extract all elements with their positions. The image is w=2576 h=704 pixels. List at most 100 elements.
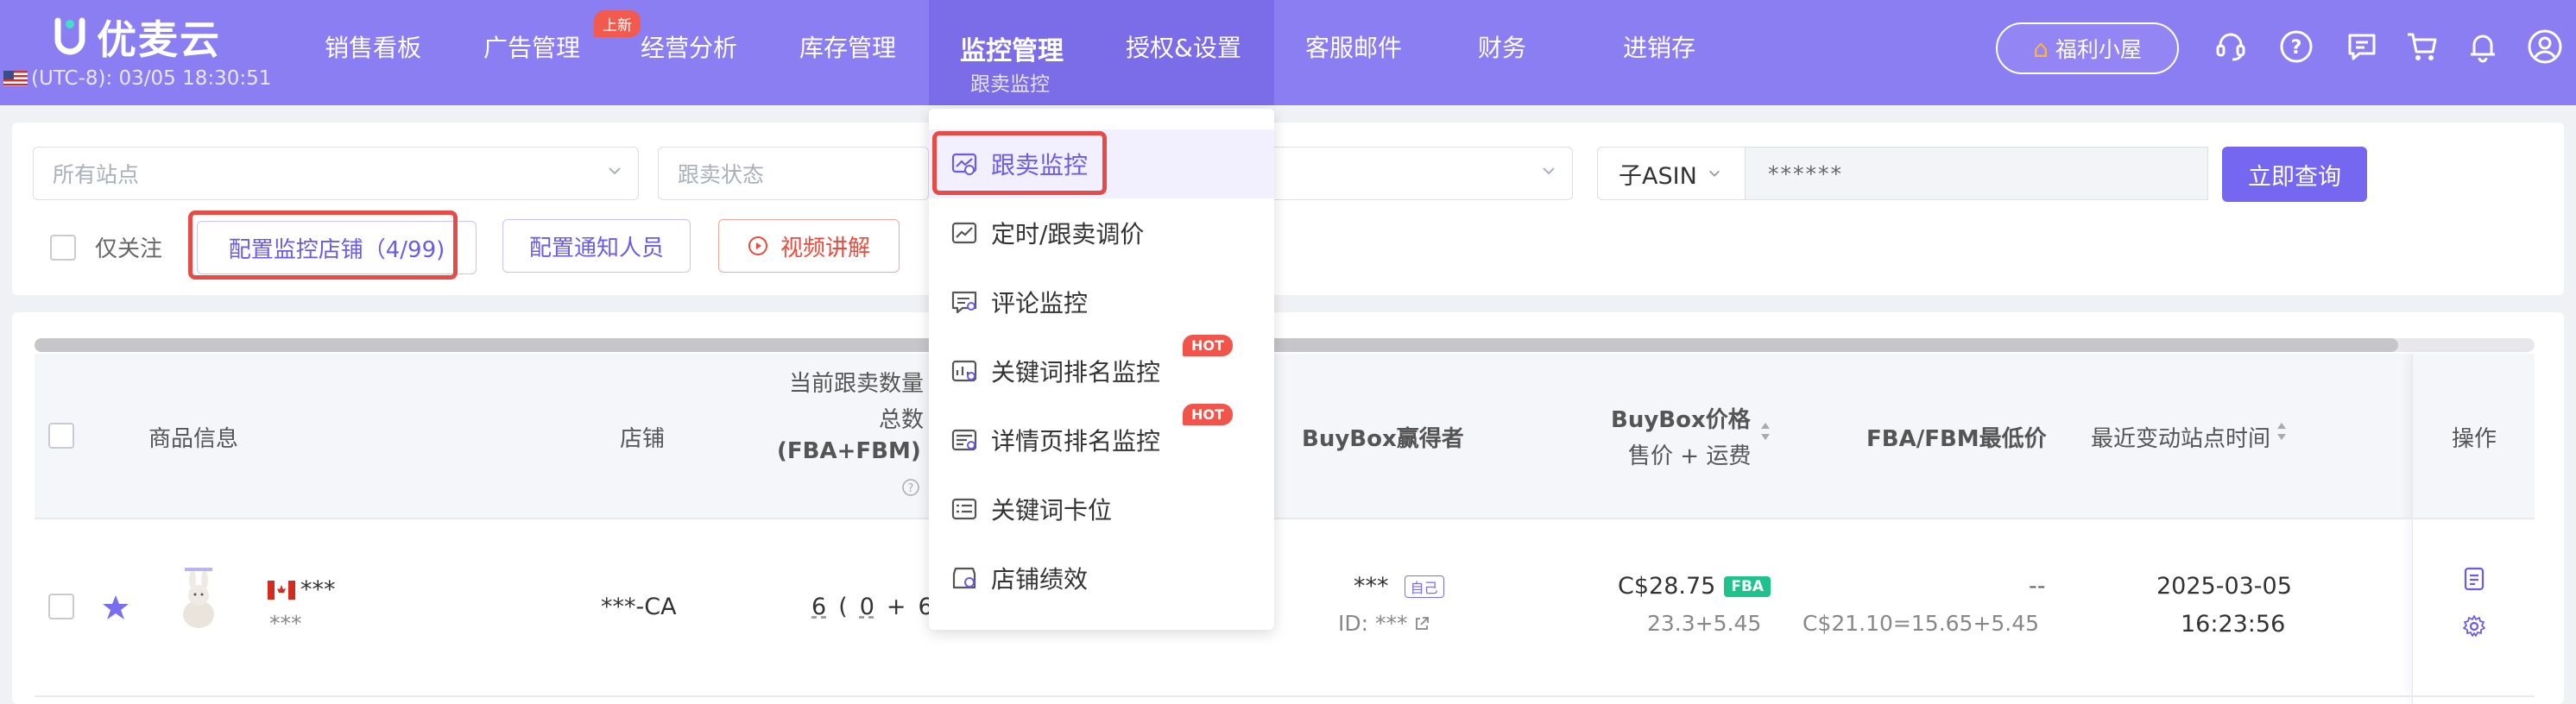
winner-id-row: ID: *** bbox=[1338, 611, 1430, 636]
product-title[interactable]: *** bbox=[300, 576, 336, 603]
query-button[interactable]: 立即查询 bbox=[2222, 147, 2367, 202]
nav-auth-settings[interactable]: 授权&设置 bbox=[1126, 29, 1241, 64]
menu-label-store-performance: 店铺绩效 bbox=[991, 565, 1089, 594]
logo-text: 优麦云 bbox=[97, 16, 221, 63]
count-fba[interactable]: 0 bbox=[860, 594, 874, 620]
buybox-price-detail: 23.3+5.45 bbox=[1647, 611, 1762, 636]
th-recent-change: 最近变动站点时间 bbox=[2091, 426, 2271, 452]
clock-text: (UTC-8): 03/05 18:30:51 bbox=[31, 67, 272, 90]
fba-badge: FBA bbox=[1724, 575, 1771, 597]
product-thumbnail[interactable] bbox=[169, 566, 228, 635]
menu-item-keyword-slot[interactable]: 关键词卡位 bbox=[929, 475, 1274, 544]
change-time: 16:23:56 bbox=[2181, 611, 2286, 638]
site-select[interactable]: 所有站点 bbox=[33, 147, 639, 200]
bell-icon[interactable] bbox=[2462, 26, 2503, 67]
th-buybox-price: BuyBox价格 bbox=[1611, 407, 1751, 433]
product-sku: *** bbox=[269, 611, 302, 636]
nav-ads[interactable]: 广告管理 bbox=[483, 29, 580, 64]
new-badge: 上新 bbox=[594, 10, 641, 37]
store-perf-icon bbox=[950, 563, 979, 593]
only-follow-checkbox[interactable]: 仅关注 bbox=[50, 231, 162, 263]
follow-status-select[interactable]: 跟卖状态 bbox=[658, 147, 929, 200]
th-follow-count-3: (FBA+FBM) bbox=[777, 438, 921, 464]
review-icon bbox=[950, 287, 979, 317]
asin-input[interactable]: ****** bbox=[1746, 147, 2208, 200]
cart-icon[interactable] bbox=[2402, 26, 2443, 67]
self-badge: 自己 bbox=[1404, 575, 1444, 598]
menu-label-detail-rank: 详情页排名监控 bbox=[991, 427, 1161, 456]
chevron-down-icon bbox=[609, 167, 621, 175]
row-checkbox[interactable] bbox=[48, 594, 74, 619]
timezone-clock: (UTC-8): 03/05 18:30:51 bbox=[3, 67, 271, 90]
winner-name: *** bbox=[1354, 573, 1389, 600]
us-flag-icon bbox=[3, 71, 28, 86]
nav-analytics[interactable]: 经营分析 bbox=[641, 29, 737, 64]
nav-sales-board[interactable]: 销售看板 bbox=[325, 29, 421, 64]
sort-recent-change-icon[interactable] bbox=[2276, 421, 2288, 445]
menu-item-review-monitor[interactable]: 评论监控 bbox=[929, 267, 1274, 336]
menu-item-scheduled-price[interactable]: 定时/跟卖调价 bbox=[929, 198, 1274, 267]
chevron-down-icon bbox=[1543, 167, 1555, 175]
highlight-follow-sell bbox=[932, 131, 1107, 195]
th-store: 店铺 bbox=[620, 426, 666, 452]
th-buybox-price-sub: 售价 + 运费 bbox=[1628, 443, 1752, 469]
nav-purchase-sales[interactable]: 进销存 bbox=[1623, 29, 1695, 64]
nav-monitor-sub: 跟卖监控 bbox=[970, 73, 1050, 96]
th-ops: 操作 bbox=[2452, 426, 2497, 452]
config-notify-button[interactable]: 配置通知人员 bbox=[502, 219, 691, 273]
settings-gear-icon[interactable] bbox=[2462, 614, 2486, 642]
buybox-price-cell: C$28.75 FBA bbox=[1618, 573, 1771, 600]
hot-badge-keyword: HOT bbox=[1183, 335, 1233, 356]
asin-type-label: 子ASIN bbox=[1619, 162, 1697, 190]
ops-column bbox=[2412, 354, 2535, 704]
support-icon[interactable] bbox=[2210, 26, 2251, 67]
winner-id: ID: *** bbox=[1338, 611, 1408, 636]
keyword-rank-icon bbox=[950, 356, 979, 386]
menu-item-store-performance[interactable]: 店铺绩效 bbox=[929, 544, 1274, 613]
price-chart-icon bbox=[950, 218, 979, 248]
svg-text:?: ? bbox=[2291, 37, 2302, 59]
welfare-label: 福利小屋 bbox=[2055, 37, 2142, 62]
message-icon[interactable] bbox=[2341, 26, 2383, 67]
th-buybox-winner: BuyBox赢得者 bbox=[1302, 426, 1464, 452]
min-price: -- bbox=[2029, 573, 2046, 600]
menu-label-review-monitor: 评论监控 bbox=[991, 289, 1089, 317]
video-button[interactable]: 视频讲解 bbox=[718, 219, 900, 273]
count-total[interactable]: 6 bbox=[811, 594, 826, 620]
external-link-icon[interactable] bbox=[1413, 615, 1430, 632]
min-price-detail: C$21.10=15.65+5.45 bbox=[1803, 611, 2040, 636]
asin-type-select[interactable]: 子ASIN bbox=[1597, 147, 1746, 200]
th-product: 商品信息 bbox=[148, 426, 239, 452]
nav-inventory[interactable]: 库存管理 bbox=[799, 29, 896, 64]
follow-status-placeholder: 跟卖状态 bbox=[678, 162, 765, 187]
detail-rank-icon bbox=[950, 425, 979, 455]
detail-doc-icon[interactable] bbox=[2462, 566, 2486, 595]
help-circle-icon[interactable]: ? bbox=[901, 478, 920, 497]
avatar-icon[interactable] bbox=[2524, 26, 2566, 67]
help-icon[interactable]: ? bbox=[2276, 26, 2317, 67]
buybox-price: C$28.75 bbox=[1618, 573, 1716, 600]
nav-finance[interactable]: 财务 bbox=[1478, 29, 1526, 64]
menu-label-keyword-slot: 关键词卡位 bbox=[991, 496, 1113, 525]
logo-icon bbox=[50, 17, 90, 57]
row-divider bbox=[35, 518, 2535, 519]
row-divider-bottom bbox=[35, 695, 2535, 697]
nav-monitor-label: 监控管理 bbox=[960, 36, 1064, 66]
nav-service-mail[interactable]: 客服邮件 bbox=[1305, 29, 1402, 64]
th-follow-count-2: 总数 bbox=[879, 407, 925, 433]
buybox-winner-cell: *** 自己 bbox=[1354, 573, 1444, 600]
welfare-button[interactable]: ⌂ 福利小屋 bbox=[1996, 22, 2179, 74]
extra-select[interactable] bbox=[1274, 147, 1573, 200]
select-all-checkbox[interactable] bbox=[48, 423, 74, 449]
th-follow-count-1: 当前跟卖数量 bbox=[789, 371, 925, 397]
app-logo[interactable]: 优麦云 bbox=[50, 9, 221, 66]
checkbox[interactable] bbox=[50, 234, 76, 261]
change-date: 2025-03-05 bbox=[2156, 573, 2292, 600]
chevron-down-icon bbox=[1708, 170, 1720, 177]
site-placeholder: 所有站点 bbox=[53, 162, 140, 187]
only-follow-label: 仅关注 bbox=[95, 236, 163, 262]
count-open-paren: ( bbox=[838, 594, 848, 620]
sort-buybox-price-icon[interactable] bbox=[1759, 421, 1771, 445]
star-icon[interactable] bbox=[102, 594, 129, 625]
keyword-slot-icon bbox=[950, 494, 979, 524]
